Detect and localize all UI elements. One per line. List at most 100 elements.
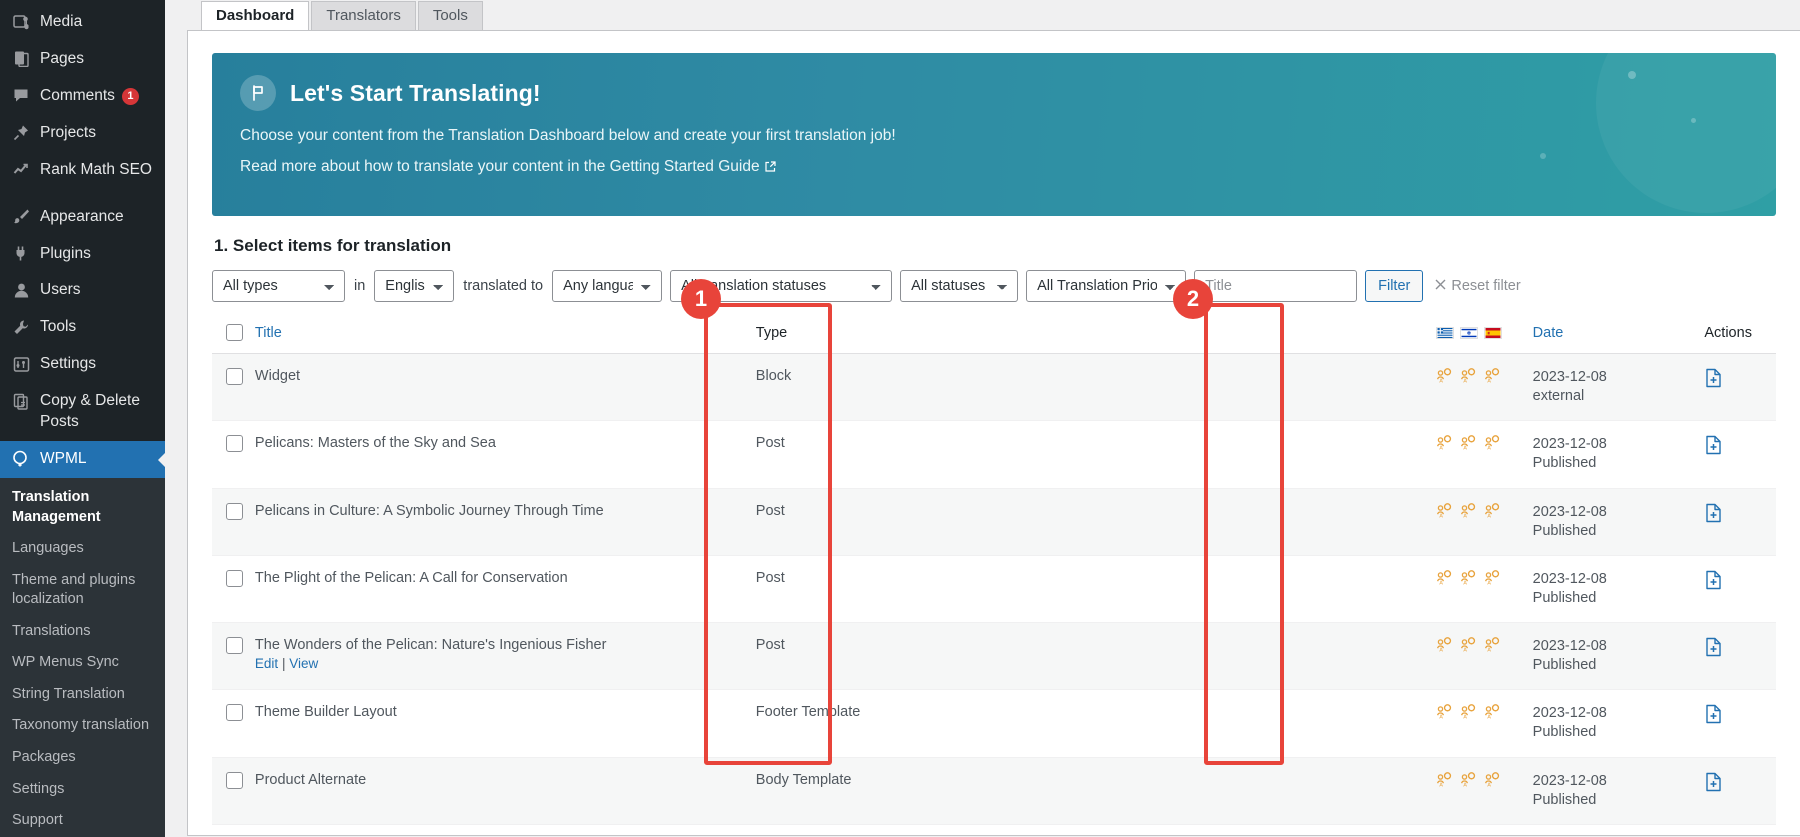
submenu-item-string-translation[interactable]: String Translation [0, 679, 165, 711]
translation-status-icon-el[interactable]: A [1436, 771, 1452, 792]
row-checkbox[interactable] [226, 637, 243, 654]
translation-status-icon-he[interactable]: A [1460, 704, 1476, 724]
row-checkbox[interactable] [226, 435, 243, 453]
sidebar-current-wrap: WPML Translation Management Languages Them… [0, 441, 165, 837]
date-column-header[interactable]: Date [1532, 312, 1705, 354]
filter-button[interactable]: Filter [1365, 270, 1424, 302]
add-translation-icon[interactable] [1704, 435, 1723, 459]
add-translation-icon[interactable] [1704, 368, 1723, 392]
table-row[interactable]: Pelicans in Culture: A Symbolic Journey … [212, 488, 1776, 556]
sidebar-item-appearance[interactable]: Appearance [0, 199, 165, 236]
translation-status-icon-he[interactable]: A [1460, 771, 1476, 792]
row-date-cell: 2023-12-08 Published [1532, 420, 1705, 489]
sidebar-item-pages[interactable]: Pages [0, 41, 165, 78]
translation-status-icon-es[interactable]: A [1484, 502, 1500, 523]
banner-header: Let's Start Translating! [240, 75, 1748, 111]
submenu-item-wp-menus-sync[interactable]: WP Menus Sync [0, 647, 165, 679]
row-spacer-cell [1057, 689, 1436, 758]
add-translation-icon[interactable] [1704, 772, 1723, 796]
translation-status-icon-el[interactable]: A [1436, 368, 1452, 388]
table-row[interactable]: The Wonders of the Pelican: Nature's Ing… [212, 622, 1776, 691]
submenu-item-settings[interactable]: Settings [0, 774, 165, 806]
submenu-item-packages[interactable]: Packages [0, 742, 165, 774]
sidebar-item-comments[interactable]: Comments 1 [0, 78, 165, 115]
table-row[interactable]: Pelicans: Masters of the Sky and Sea Post… [212, 420, 1776, 489]
sidebar-item-rank-math-seo[interactable]: Rank Math SEO [0, 152, 165, 189]
add-translation-icon[interactable] [1704, 503, 1723, 527]
translation-status-icon-es[interactable]: A [1484, 368, 1500, 388]
translation-status-icon-es[interactable]: A [1484, 435, 1500, 455]
source-language-select[interactable]: English [374, 270, 455, 302]
svg-text:A: A [1463, 513, 1467, 518]
translation-status-icon-es[interactable]: A [1484, 771, 1500, 792]
sidebar-item-media[interactable]: Media [0, 4, 165, 41]
translation-status-icon-he[interactable]: A [1460, 435, 1476, 455]
filter-label-translated-to: translated to [463, 278, 544, 294]
status-select[interactable]: All statuses [900, 270, 1019, 302]
sidebar-item-label: Comments 1 [40, 86, 165, 107]
rankmath-icon [10, 160, 32, 180]
tab-dashboard[interactable]: Dashboard [201, 1, 310, 31]
translation-status-icon-he[interactable]: A [1460, 368, 1476, 388]
row-title: Pelicans: Masters of the Sky and Sea [254, 435, 496, 452]
translation-status-icon-es[interactable]: A [1484, 637, 1500, 657]
translation-status-icon-el[interactable]: A [1436, 569, 1452, 590]
row-actions-cell [1704, 420, 1776, 489]
table-row[interactable]: Theme Builder Layout Footer Template A A A 20… [212, 689, 1776, 758]
sidebar-item-wpml[interactable]: WPML [0, 441, 165, 478]
submenu-item-translations[interactable]: Translations [0, 616, 165, 648]
target-language-select[interactable]: Any language [552, 270, 663, 302]
translation-status-icon-el[interactable]: A [1436, 704, 1452, 724]
row-checkbox[interactable] [226, 771, 243, 789]
tab-translators[interactable]: Translators [311, 1, 416, 31]
add-translation-icon[interactable] [1704, 637, 1723, 661]
table-row[interactable]: Widget Block A A A 2023-12-08 external [212, 353, 1776, 422]
reset-filter-button[interactable]: Reset filter [1435, 278, 1521, 294]
select-all-checkbox[interactable] [226, 324, 243, 341]
sidebar-item-copy-delete-posts[interactable]: Copy & Delete Posts [0, 383, 165, 441]
row-title: Pelicans in Culture: A Symbolic Journey … [254, 502, 604, 519]
add-translation-icon[interactable] [1704, 570, 1723, 594]
row-title: The Plight of the Pelican: A Call for Co… [254, 569, 568, 586]
row-spacer-cell [1057, 353, 1436, 422]
translation-status-icon-he[interactable]: A [1460, 637, 1476, 657]
row-checkbox[interactable] [226, 368, 243, 385]
title-search-input[interactable] [1194, 270, 1358, 302]
translation-status-icon-he[interactable]: A [1460, 502, 1476, 523]
translation-status-icon-he[interactable]: A [1460, 569, 1476, 590]
row-checkbox[interactable] [226, 704, 243, 722]
row-checkbox[interactable] [226, 502, 243, 520]
add-translation-icon[interactable] [1704, 704, 1723, 728]
translation-priority-select[interactable]: All Translation Priorities [1026, 270, 1187, 302]
translation-status-icon-es[interactable]: A [1484, 704, 1500, 724]
table-row[interactable]: Theme Builder LayoutHeader Template AAA20… [212, 824, 1776, 837]
translation-status-icon-es[interactable]: A [1484, 569, 1500, 590]
sidebar-submenu: Translation Management Languages Theme and… [0, 477, 165, 837]
tab-tools[interactable]: Tools [417, 1, 483, 31]
sidebar-item-tools[interactable]: Tools [0, 309, 165, 346]
submenu-item-taxonomy-translation[interactable]: Taxonomy translation [0, 710, 165, 742]
sidebar-item-users[interactable]: Users [0, 272, 165, 309]
annotation-number-1: 1 [681, 279, 721, 319]
sidebar-item-plugins[interactable]: Plugins [0, 236, 165, 273]
sidebar-item-settings[interactable]: Settings [0, 346, 165, 383]
title-column-header[interactable]: Title [254, 312, 756, 354]
row-checkbox[interactable] [226, 569, 243, 587]
submenu-item-languages[interactable]: Languages [0, 533, 165, 565]
row-link-view[interactable]: View [289, 656, 318, 671]
start-translating-banner: Let's Start Translating! Choose your con… [212, 53, 1776, 216]
translation-status-icon-el[interactable]: A [1436, 502, 1452, 523]
svg-text:A: A [1487, 715, 1491, 720]
translation-status-icon-el[interactable]: A [1436, 637, 1452, 657]
submenu-item-theme-and-plugins-localization[interactable]: Theme and plugins localization [0, 565, 165, 616]
row-title-cell: Theme Builder Layout [254, 689, 756, 758]
row-link-edit[interactable]: Edit [255, 656, 278, 671]
type-filter-select[interactable]: All types [212, 270, 345, 302]
row-date-cell: 2023-12-08 Published [1532, 488, 1705, 556]
table-row[interactable]: Product Alternate Body Template A A A 2023-12… [212, 757, 1776, 825]
table-row[interactable]: The Plight of the Pelican: A Call for Co… [212, 555, 1776, 624]
translation-status-icon-el[interactable]: A [1436, 435, 1452, 455]
submenu-item-support[interactable]: Support [0, 805, 165, 837]
sidebar-item-projects[interactable]: Projects [0, 115, 165, 152]
submenu-item-translation-management[interactable]: Translation Management [0, 482, 165, 533]
